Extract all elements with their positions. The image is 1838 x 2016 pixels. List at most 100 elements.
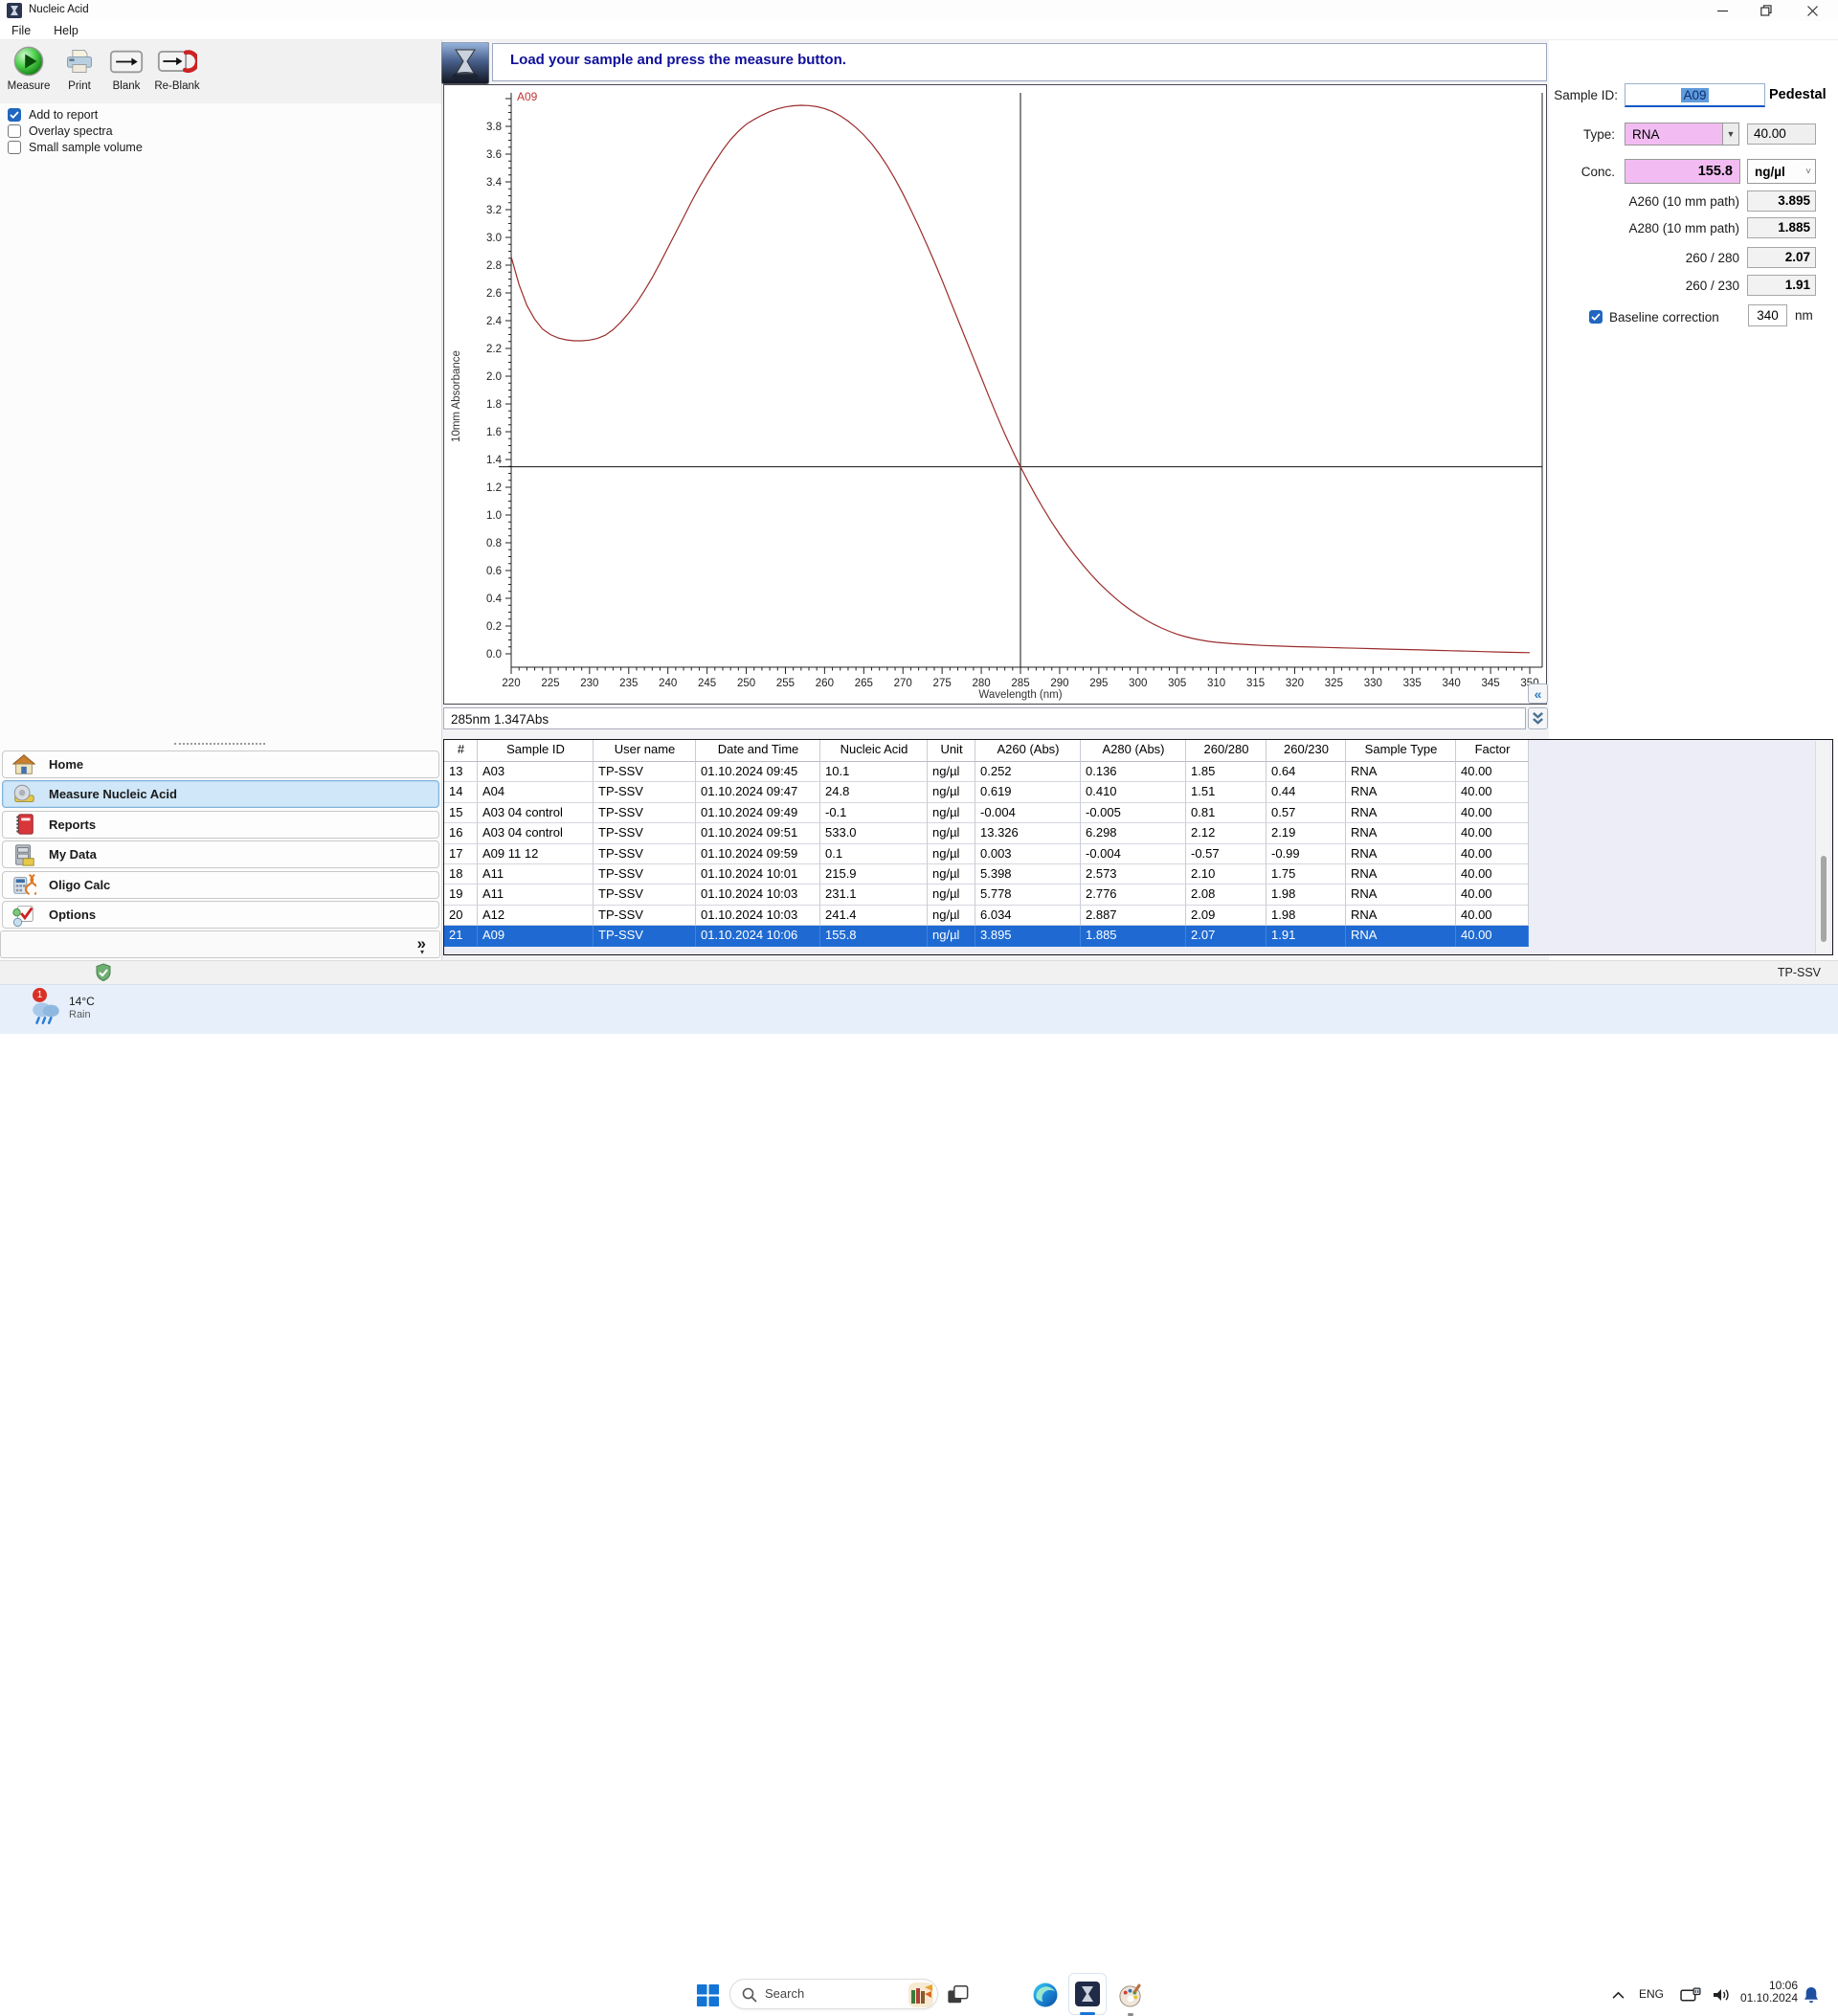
table-row[interactable]: 20 A12 TP-SSV 01.10.2024 10:03 241.4 ng/µl 6.0… [444, 905, 1529, 927]
table-cell: ng/µl [928, 926, 975, 947]
table-scrollbar[interactable] [1815, 741, 1830, 953]
volume-icon[interactable] [1710, 1982, 1733, 2008]
table-cell: 215.9 [820, 863, 928, 885]
sidebar-item-measure-nucleic-acid[interactable]: Measure Nucleic Acid [2, 780, 439, 809]
task-view-button[interactable] [944, 1982, 971, 2008]
svg-text:255: 255 [776, 678, 795, 689]
table-cell: 1.885 [1081, 926, 1186, 947]
table-cell: 2.09 [1186, 905, 1266, 927]
scrollbar-thumb[interactable] [1821, 856, 1827, 942]
concentration-value[interactable]: 155.8 [1625, 159, 1740, 184]
checkbox-small-sample-volume[interactable] [8, 140, 21, 154]
table-row[interactable]: 21 A09 TP-SSV 01.10.2024 10:06 155.8 ng/µl 3.8… [444, 926, 1529, 947]
table-cell: 0.57 [1266, 802, 1346, 824]
results-table-panel: # Sample ID User name Date and Time Nucleic … [443, 739, 1833, 955]
network-icon[interactable] [1679, 1982, 1702, 2008]
table-cell: A11 [478, 863, 594, 885]
option-row-small-sample-volume: Small sample volume [8, 140, 143, 154]
unit-dropdown[interactable]: ng/µl ˅ [1747, 159, 1816, 184]
table-cell: A11 [478, 885, 594, 906]
svg-text:340: 340 [1443, 678, 1461, 689]
clock-widget[interactable]: 10:06 01.10.2024 [1731, 1980, 1798, 2005]
active-app-taskbar-button[interactable] [1068, 1973, 1107, 2015]
table-cell: A09 11 12 [478, 843, 594, 864]
table-row[interactable]: 18 A11 TP-SSV 01.10.2024 10:01 215.9 ng/µl 5.3… [444, 863, 1529, 885]
search-box[interactable]: Search [729, 1979, 938, 2009]
sidebar-item-my-data[interactable]: My Data [2, 840, 439, 869]
nav-expander[interactable]: » ▾ [0, 930, 440, 958]
reblank-icon [157, 44, 197, 78]
measure-button[interactable]: Measure [2, 44, 56, 92]
factor-field[interactable]: 40.00 [1747, 123, 1816, 145]
checkbox-overlay-spectra[interactable] [8, 123, 21, 138]
search-placeholder: Search [765, 1986, 805, 2001]
active-app-indicator [1080, 2012, 1095, 2015]
sidebar-item-options[interactable]: Options [2, 901, 439, 929]
table-cell: 21 [444, 926, 478, 947]
column-header: 260/230 [1266, 740, 1346, 762]
nucleic-acid-app-icon [1075, 1982, 1100, 2006]
table-row[interactable]: 16 A03 04 control TP-SSV 01.10.2024 09:51 53… [444, 823, 1529, 844]
table-cell: 2.12 [1186, 823, 1266, 844]
results-table: # Sample ID User name Date and Time Nucleic … [444, 740, 1529, 947]
search-highlight-image[interactable] [908, 1982, 933, 2007]
sidebar-item-home[interactable]: Home [2, 750, 439, 778]
table-row[interactable]: 17 A09 11 12 TP-SSV 01.10.2024 09:59 0.1 ng/µ… [444, 843, 1529, 864]
expand-table-button[interactable] [1528, 707, 1548, 729]
sidebar-item-oligo-calc[interactable]: Oligo Calc [2, 870, 439, 899]
print-button[interactable]: Print [56, 44, 102, 92]
table-row[interactable]: 19 A11 TP-SSV 01.10.2024 10:03 231.1 ng/µl 5.7… [444, 885, 1529, 906]
table-row[interactable]: 14 A04 TP-SSV 01.10.2024 09:47 24.8 ng/µl 0.61… [444, 782, 1529, 803]
restore-button[interactable] [1744, 0, 1787, 21]
sidebar-item-reports[interactable]: Reports [2, 810, 439, 839]
table-cell: 40.00 [1456, 905, 1529, 927]
table-cell: 3.895 [975, 926, 1081, 947]
minimize-icon [1717, 10, 1728, 11]
re-blank-button[interactable]: Re-Blank [150, 44, 204, 92]
table-cell: 17 [444, 843, 478, 864]
table-cell: -0.1 [820, 802, 928, 824]
table-cell: 18 [444, 863, 478, 885]
svg-text:A09: A09 [517, 90, 538, 103]
type-dropdown[interactable]: RNA ▼ [1625, 123, 1739, 146]
sample-id-input[interactable]: A09 [1625, 83, 1765, 107]
paint-app-icon[interactable] [1116, 1982, 1143, 2008]
language-indicator[interactable]: ENG [1639, 1987, 1664, 2001]
close-button[interactable] [1787, 0, 1838, 21]
home-icon [11, 752, 36, 777]
menu-item-file[interactable]: File [0, 22, 42, 39]
weather-widget[interactable]: 1 14°C Rain [17, 988, 151, 1031]
reports-icon [11, 812, 36, 837]
table-cell: A03 04 control [478, 823, 594, 844]
minimize-button[interactable] [1701, 0, 1744, 21]
table-row[interactable]: 13 A03 TP-SSV 01.10.2024 09:45 10.1 ng/µl 0.25… [444, 762, 1529, 783]
blank-button[interactable]: Blank [103, 44, 149, 92]
table-cell: 40.00 [1456, 762, 1529, 783]
baseline-wavelength-input[interactable]: 340 [1748, 304, 1787, 326]
table-cell: 14 [444, 782, 478, 803]
table-cell: 0.410 [1081, 782, 1186, 803]
start-button[interactable] [694, 1982, 721, 2008]
svg-text:1.8: 1.8 [486, 399, 502, 411]
notification-bell-icon[interactable] [1802, 1982, 1821, 2008]
menu-item-help[interactable]: Help [42, 22, 90, 39]
table-cell: RNA [1346, 905, 1456, 927]
chevron-down-icon: ˅ [1805, 167, 1811, 177]
windows-logo-icon [696, 1983, 719, 2006]
caret-down-icon: ▾ [419, 948, 424, 956]
edge-browser-icon[interactable] [1032, 1982, 1059, 2008]
table-cell: A03 [478, 762, 594, 783]
svg-text:2.8: 2.8 [486, 260, 502, 272]
checkbox-add-to-report[interactable] [8, 107, 21, 122]
table-cell: 2.08 [1186, 885, 1266, 906]
splitter-handle[interactable] [174, 743, 265, 745]
collapse-chart-button[interactable]: « [1528, 683, 1548, 704]
table-cell: -0.005 [1081, 802, 1186, 824]
baseline-checkbox[interactable] [1589, 310, 1603, 324]
table-cell: A03 04 control [478, 802, 594, 824]
spectrum-plot[interactable]: 220 225 230 235 240 245 250 255 260 265 270 275 280 2… [444, 85, 1546, 704]
table-cell: 01.10.2024 09:51 [696, 823, 820, 844]
tray-overflow-button[interactable] [1608, 1982, 1627, 2008]
instruction-text: Load your sample and press the measure b… [510, 52, 846, 68]
table-row[interactable]: 15 A03 04 control TP-SSV 01.10.2024 09:49 -0… [444, 802, 1529, 824]
